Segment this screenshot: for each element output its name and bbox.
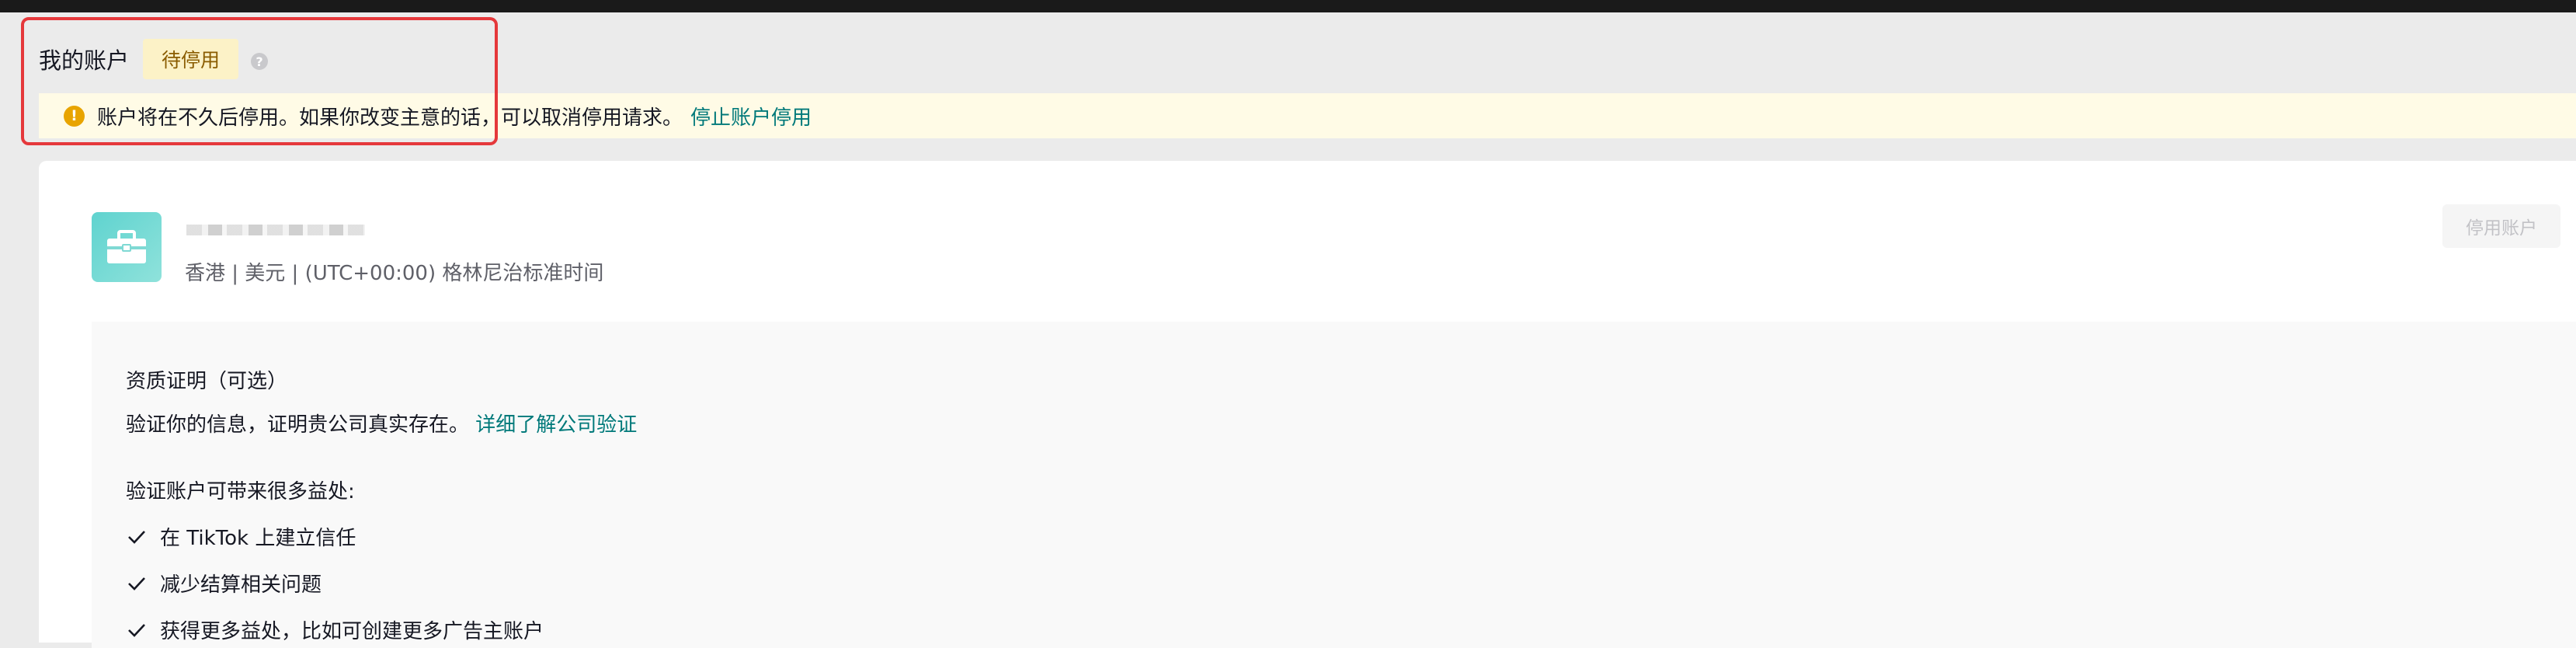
account-avatar [92,212,162,282]
benefit-text: 在 TikTok 上建立信任 [160,527,356,550]
verification-title: 资质证明（可选） [126,370,288,393]
verification-description: 验证你的信息，证明贵公司真实存在。 详细了解公司验证 [126,409,637,437]
account-name-masked [186,225,365,235]
top-bar [0,0,2576,12]
account-meta: 香港 | 美元 | (UTC+00:00) 格林尼治标准时间 [185,262,604,285]
briefcase-icon [107,230,146,263]
learn-more-link[interactable]: 详细了解公司验证 [475,413,637,437]
account-card: 香港 | 美元 | (UTC+00:00) 格林尼治标准时间 停用账户 资质证明… [39,161,2576,648]
stop-deactivation-link[interactable]: 停止账户停用 [690,102,812,131]
benefit-item: 在 TikTok 上建立信任 [126,522,356,551]
check-icon [126,526,148,548]
highlight-box [21,17,498,145]
deactivate-account-button[interactable]: 停用账户 [2442,204,2560,248]
benefits-heading: 验证账户可带来很多益处: [126,480,355,503]
benefit-item: 减少结算相关问题 [126,569,322,597]
check-icon [126,573,148,594]
benefit-text: 减少结算相关问题 [160,573,322,597]
verification-description-text: 验证你的信息，证明贵公司真实存在。 [126,413,470,437]
check-icon [126,619,148,641]
verification-panel: 资质证明（可选） 验证你的信息，证明贵公司真实存在。 详细了解公司验证 验证账户… [92,322,2576,648]
